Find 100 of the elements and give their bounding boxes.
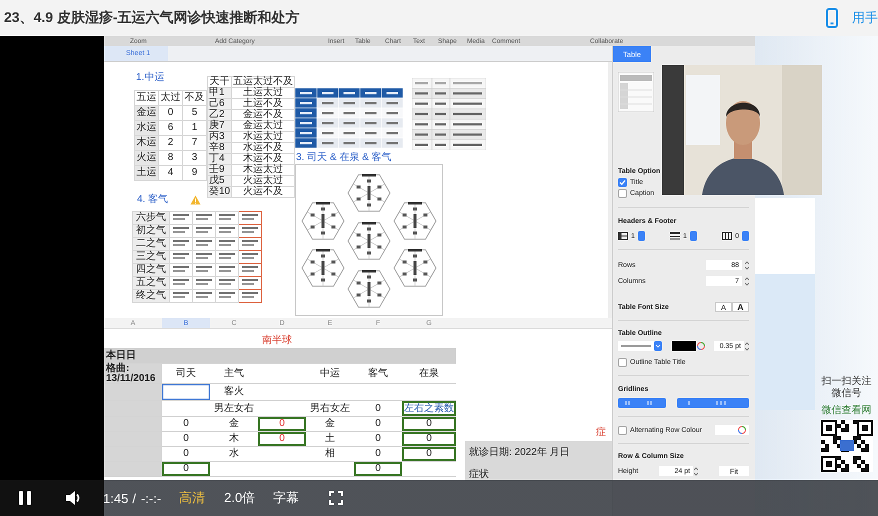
text-lines-drawing xyxy=(219,226,235,234)
table-cell: 庚7 xyxy=(208,120,232,132)
color-field[interactable] xyxy=(715,425,749,435)
text-lines-drawing xyxy=(242,264,258,272)
checkbox[interactable] xyxy=(618,426,627,434)
table-cell[interactable]: 中运 xyxy=(306,364,354,384)
text-lines-drawing xyxy=(219,264,235,272)
table-cell[interactable]: 0 xyxy=(354,417,402,432)
volume-icon[interactable] xyxy=(65,490,82,506)
stepper-button[interactable] xyxy=(638,231,645,241)
table-cell[interactable]: 0 xyxy=(402,447,456,462)
table-cell[interactable]: 客火 xyxy=(210,384,258,401)
phone-icon xyxy=(826,8,838,28)
table-cell: 五运 xyxy=(134,90,158,106)
table-cell: 木运 xyxy=(134,136,158,150)
text-lines-drawing xyxy=(242,252,258,260)
table-cell[interactable]: 0 xyxy=(354,432,402,447)
table-cell[interactable]: 0 xyxy=(162,462,210,477)
text-lines-drawing xyxy=(219,212,235,220)
table-cell[interactable] xyxy=(104,462,162,477)
table-cell[interactable]: 客气 xyxy=(354,364,402,384)
text-lines-drawing xyxy=(173,264,189,272)
table-cell[interactable]: 0 xyxy=(402,417,456,432)
qr-code xyxy=(820,420,872,472)
table-style-icon[interactable] xyxy=(618,72,654,112)
table-cell: 六步气 xyxy=(132,212,170,224)
table-cell[interactable]: 金 xyxy=(210,417,258,432)
table-cell[interactable]: 相 xyxy=(306,447,354,462)
text-lines-drawing xyxy=(242,278,258,286)
color-swatch[interactable] xyxy=(672,341,696,351)
section-heading: 1.中运 xyxy=(136,70,164,84)
table-cell[interactable]: 木 xyxy=(210,432,258,447)
table-cell: 水运 xyxy=(134,120,158,136)
stepper-button[interactable] xyxy=(690,231,697,241)
table-cell[interactable]: 本日日 xyxy=(104,348,162,364)
table-cell: 癸10 xyxy=(208,186,232,198)
table-cell[interactable] xyxy=(162,384,210,401)
subtitles-button[interactable]: 字幕 xyxy=(273,489,300,507)
stepper-button[interactable] xyxy=(742,231,749,241)
text-lines-drawing xyxy=(196,290,212,298)
quality-button[interactable]: 高清 xyxy=(179,489,206,507)
page-title: 23、4.9 皮肤湿疹-五运六气网诊快速推断和处方 xyxy=(4,9,300,27)
text-lines-drawing xyxy=(173,212,189,220)
table-cell: 初之气 xyxy=(132,224,170,238)
qr-subcaption: 微信查看网 xyxy=(822,404,872,417)
table-cell[interactable]: 0 xyxy=(258,417,306,432)
section-heading: 4. 客气 xyxy=(137,192,168,206)
text-lines-drawing xyxy=(219,238,235,246)
color-wheel-icon xyxy=(738,426,746,434)
checkbox[interactable] xyxy=(618,178,627,187)
table-cell[interactable]: 0 xyxy=(258,432,306,447)
table-cell[interactable]: 男左女右 xyxy=(210,401,258,417)
color-wheel-icon xyxy=(696,342,704,350)
table-cell[interactable]: 0 xyxy=(162,417,210,432)
fullscreen-icon[interactable] xyxy=(329,491,344,505)
text-lines-drawing xyxy=(196,226,212,234)
text-lines-drawing xyxy=(173,238,189,246)
font-size-button[interactable]: A xyxy=(732,302,749,312)
footer-row-icon xyxy=(722,232,732,240)
table-cell: 0 xyxy=(158,106,182,120)
table-cell[interactable]: 水 xyxy=(210,447,258,462)
table-cell: 木运太过 xyxy=(232,164,295,176)
table-cell[interactable]: 0 xyxy=(402,432,456,447)
table-cell: 五之气 xyxy=(132,276,170,290)
text-lines-drawing xyxy=(219,252,235,260)
table-cell[interactable]: 男右女左 xyxy=(306,401,354,417)
pause-icon[interactable] xyxy=(18,490,32,506)
table-cell[interactable]: 格曲: 13/11/2016 xyxy=(104,364,162,384)
table-cell: 太过 xyxy=(158,90,182,106)
table-cell: 水运不及 xyxy=(232,142,295,154)
table-cell: 五运太过不及 xyxy=(232,76,295,88)
table-cell[interactable]: 左右之素数 xyxy=(402,401,456,417)
table-cell[interactable]: 司天 xyxy=(162,364,210,384)
table-cell[interactable]: 金 xyxy=(306,417,354,432)
gridlines-button[interactable] xyxy=(677,398,749,408)
stepper-arrows-icon xyxy=(745,342,749,350)
text-lines-drawing xyxy=(196,278,212,286)
stepper-arrows-icon xyxy=(745,260,749,270)
checkbox[interactable] xyxy=(618,358,627,367)
table-title: 南半球 xyxy=(262,334,292,347)
table-cell[interactable]: 0 xyxy=(162,447,210,462)
table-cell[interactable]: 在泉 xyxy=(402,364,456,384)
table-cell: 8 xyxy=(158,150,182,166)
line-style-dropdown[interactable] xyxy=(618,341,662,351)
table-cell: 金运 xyxy=(134,106,158,120)
table-cell[interactable] xyxy=(402,348,456,364)
section-label: 症 xyxy=(596,426,606,439)
speed-button[interactable]: 2.0倍 xyxy=(224,489,256,507)
table-cell[interactable]: 0 xyxy=(354,462,402,477)
table-cell: 丁4 xyxy=(208,154,232,164)
table-cell[interactable]: 0 xyxy=(354,447,402,462)
text-lines-drawing xyxy=(242,290,258,298)
table-cell[interactable]: 0 xyxy=(162,432,210,447)
table-cell: 6 xyxy=(158,120,182,136)
text-lines-drawing xyxy=(173,278,189,286)
table-cell[interactable]: 0 xyxy=(354,401,402,417)
checkbox[interactable] xyxy=(618,189,627,198)
gridlines-button[interactable] xyxy=(618,398,666,408)
table-cell[interactable]: 主气 xyxy=(210,364,258,384)
table-cell[interactable]: 土 xyxy=(306,432,354,447)
